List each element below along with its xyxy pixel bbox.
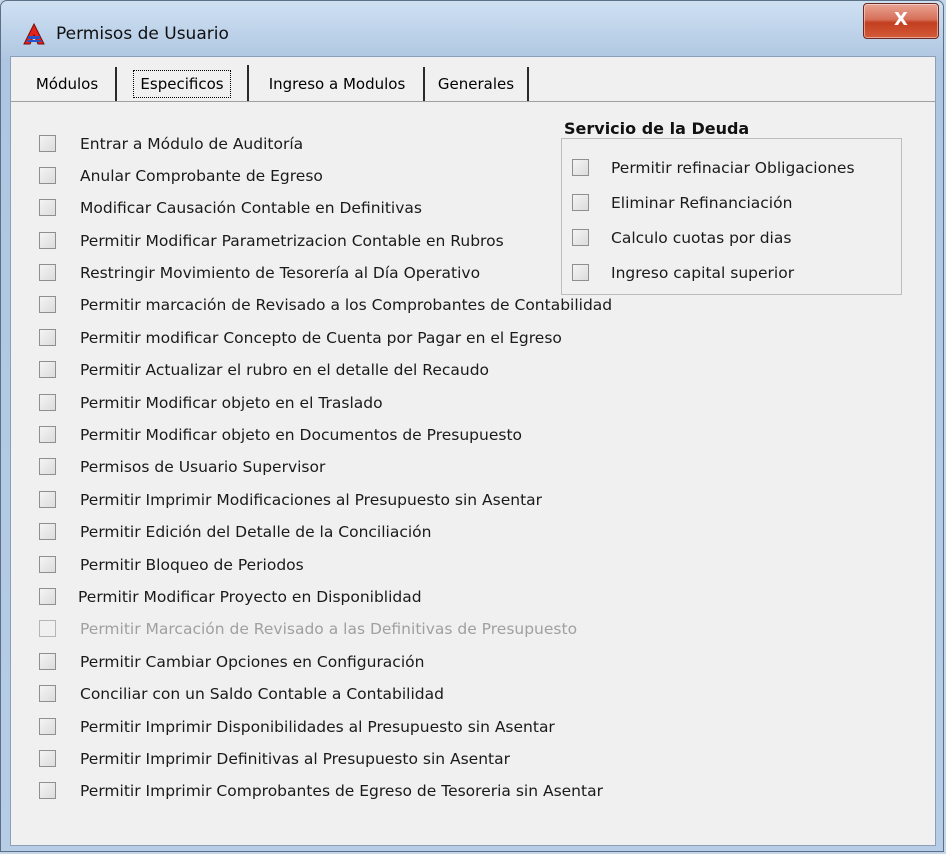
checkbox[interactable] — [39, 167, 56, 184]
checkbox[interactable] — [39, 329, 56, 346]
tab-ingreso-modulos[interactable]: Ingreso a Modulos — [251, 67, 425, 101]
checkbox[interactable] — [39, 394, 56, 411]
checkbox[interactable] — [39, 523, 56, 540]
group-title: Servicio de la Deuda — [564, 119, 754, 138]
permission-label: Permitir Edición del Detalle de la Conci… — [80, 523, 432, 541]
checkbox[interactable] — [39, 556, 56, 573]
checkbox[interactable] — [39, 199, 56, 216]
permission-label: Permitir Actualizar el rubro en el detal… — [80, 361, 490, 379]
permission-label: Permitir Modificar Parametrizacion Conta… — [80, 232, 504, 250]
deuda-label: Ingreso capital superior — [611, 264, 795, 282]
dialog-body: Módulos Especificos Ingreso a Modulos Ge… — [10, 56, 936, 846]
checkbox[interactable] — [39, 491, 56, 508]
tab-generales[interactable]: Generales — [425, 67, 529, 101]
permission-label: Permitir Marcación de Revisado a las Def… — [80, 620, 578, 638]
checkbox[interactable] — [39, 232, 56, 249]
app-logo-icon — [23, 23, 45, 45]
permission-label: Permitir Imprimir Comprobantes de Egreso… — [80, 782, 603, 800]
deuda-label: Permitir refinaciar Obligaciones — [611, 159, 855, 177]
window-title: Permisos de Usuario — [56, 24, 229, 44]
deuda-label: Eliminar Refinanciación — [611, 194, 793, 212]
close-button[interactable]: X — [863, 3, 939, 39]
checkbox[interactable] — [39, 426, 56, 443]
checkbox — [39, 620, 56, 637]
checkbox[interactable] — [39, 653, 56, 670]
permission-label: Permisos de Usuario Supervisor — [80, 458, 326, 476]
permission-label: Permitir Bloqueo de Periodos — [80, 556, 304, 574]
deuda-label: Calculo cuotas por dias — [611, 229, 792, 247]
permission-label: Permitir Modificar Proyecto en Disponibl… — [78, 588, 422, 606]
title-bar[interactable]: Permisos de Usuario X — [1, 1, 943, 55]
permission-label: Permitir Imprimir Disponibilidades al Pr… — [80, 718, 555, 736]
permisos-window: Permisos de Usuario X Módulos Especifico… — [0, 0, 944, 852]
permission-label: Modificar Causación Contable en Definiti… — [80, 199, 422, 217]
checkbox[interactable] — [39, 458, 56, 475]
tab-especificos-label: Especificos — [133, 70, 231, 98]
permission-label: Conciliar con un Saldo Contable a Contab… — [80, 685, 444, 703]
permission-label: Permitir Modificar objeto en el Traslado — [80, 394, 383, 412]
permission-label: Anular Comprobante de Egreso — [80, 167, 323, 185]
checkbox[interactable] — [572, 264, 589, 281]
checkbox[interactable] — [39, 750, 56, 767]
permission-label: Permitir Modificar objeto en Documentos … — [80, 426, 523, 444]
checkbox[interactable] — [39, 588, 56, 605]
checkbox[interactable] — [39, 296, 56, 313]
permission-label: Permitir Imprimir Definitivas al Presupu… — [80, 750, 510, 768]
permission-label: Permitir Imprimir Modificaciones al Pres… — [80, 491, 543, 509]
permission-label: Permitir marcación de Revisado a los Com… — [80, 296, 613, 314]
permission-label: Entrar a Módulo de Auditoría — [80, 135, 304, 153]
checkbox[interactable] — [39, 718, 56, 735]
checkbox[interactable] — [39, 685, 56, 702]
permission-label: Permitir Cambiar Opciones en Configuraci… — [80, 653, 425, 671]
servicio-deuda-group: Permitir refinaciar Obligaciones Elimina… — [561, 138, 902, 295]
checkbox[interactable] — [39, 361, 56, 378]
permission-label: Restringir Movimiento de Tesorería al Dí… — [80, 264, 481, 282]
checkbox[interactable] — [39, 782, 56, 799]
permission-label: Permitir modificar Concepto de Cuenta po… — [80, 329, 562, 347]
checkbox[interactable] — [572, 159, 589, 176]
tab-modulos[interactable]: Módulos — [19, 67, 117, 101]
checkbox[interactable] — [572, 229, 589, 246]
close-icon: X — [894, 9, 908, 30]
checkbox[interactable] — [39, 135, 56, 152]
tab-especificos[interactable]: Especificos — [117, 65, 249, 101]
checkbox[interactable] — [572, 194, 589, 211]
tab-divider — [11, 101, 935, 102]
checkbox[interactable] — [39, 264, 56, 281]
